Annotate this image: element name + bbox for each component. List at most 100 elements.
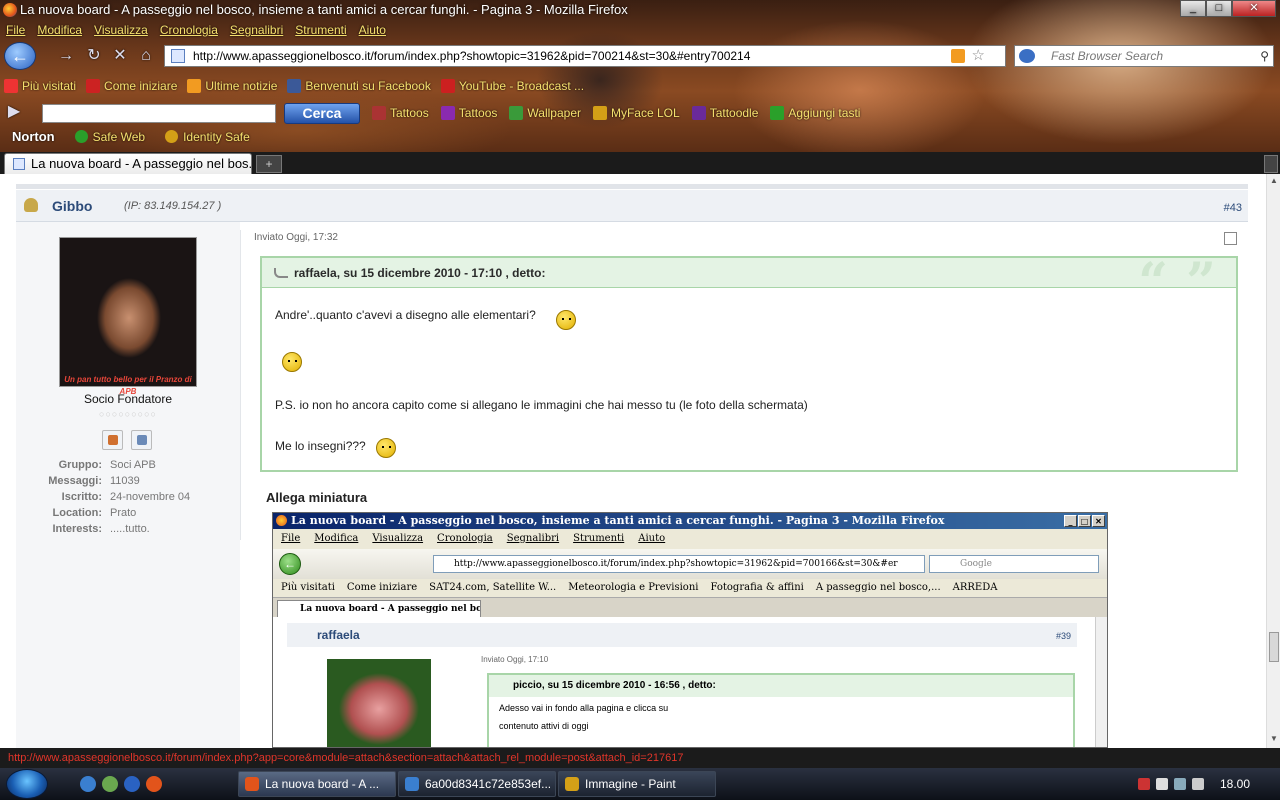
shot-bookmark: Fotografia & affini [710, 582, 804, 593]
url-text: http://www.apasseggionelbosco.it/forum/i… [193, 49, 751, 63]
show-desktop-icon[interactable] [102, 776, 118, 792]
author-actions [102, 430, 152, 450]
task-paint[interactable]: Immagine - Paint [558, 771, 716, 797]
meta-row: Location: Prato [52, 507, 137, 519]
menu-file[interactable]: File [6, 20, 25, 40]
profile-icon[interactable] [102, 430, 123, 450]
post-author-link[interactable]: Gibbo [52, 198, 92, 214]
bookmark-star-icon[interactable]: ☆ [972, 46, 985, 66]
toolbar-link-tattoodle[interactable]: Tattoodle [691, 105, 758, 121]
bookmark-come-iniziare[interactable]: Come iniziare [86, 77, 177, 97]
back-arrow-icon: ← [11, 46, 29, 66]
quote-line: Andre'..quanto c'avevi a disegno alle el… [275, 308, 536, 322]
reload-icon[interactable]: ↻ [84, 46, 104, 66]
tab-favicon-icon [13, 158, 25, 170]
attached-screenshot[interactable]: La nuova board - A passeggio nel bosco, … [272, 512, 1108, 748]
shot-close-icon: ✕ [1092, 515, 1105, 527]
shot-post-number: #39 [1055, 631, 1071, 641]
close-button[interactable]: ✕ [1232, 0, 1276, 17]
divider [240, 230, 241, 540]
window-title: La nuova board - A passeggio nel bosco, … [20, 2, 628, 17]
search-icon[interactable]: ⚲ [1260, 46, 1269, 66]
menu-modifica[interactable]: Modifica [37, 20, 82, 40]
quick-launch [80, 776, 162, 792]
norton-safe-web[interactable]: Safe Web [74, 128, 145, 146]
shot-window-controls: _ □ ✕ [1064, 515, 1105, 527]
shot-tab: La nuova board - A passeggio nel bosc... [277, 600, 481, 618]
menu-segnalibri[interactable]: Segnalibri [230, 20, 283, 40]
shot-bookmark: Meteorologia e Previsioni [568, 582, 699, 593]
forward-arrow-icon[interactable]: → [56, 46, 76, 66]
shot-bookmark: Più visitati [281, 582, 335, 593]
toolbar-link-wallpaper[interactable]: Wallpaper [509, 105, 581, 121]
back-button[interactable]: ← [4, 42, 36, 70]
tray-network-icon[interactable] [1156, 778, 1168, 790]
firefox-icon [3, 3, 17, 17]
norton-menu[interactable]: Norton [12, 128, 55, 146]
tab-active[interactable]: La nuova board - A passeggio nel bos... [4, 153, 252, 174]
shot-menu-item: Visualizza [372, 533, 424, 544]
start-button[interactable] [6, 769, 48, 799]
task-firefox[interactable]: La nuova board - A ... [238, 771, 396, 797]
menu-cronologia[interactable]: Cronologia [160, 20, 218, 40]
minimize-button[interactable]: _ [1180, 0, 1206, 17]
tab-list-button[interactable] [1264, 155, 1278, 173]
window-controls: _ □ ✕ [1180, 0, 1276, 17]
stop-icon[interactable]: ✕ [110, 46, 130, 66]
search-engine-icon[interactable] [1019, 49, 1035, 63]
smiley-icon [376, 438, 396, 458]
rank-pips: ○○○○○○○○○ [99, 409, 157, 419]
shot-post-header: raffaela #39 [287, 623, 1077, 647]
toolbar-link-tattoos[interactable]: Tattoos [372, 105, 429, 121]
toolbar-logo-icon[interactable]: ▶ [4, 102, 24, 122]
cerca-button[interactable]: Cerca [284, 103, 360, 124]
bookmark-ultime-notizie[interactable]: Ultime notizie [187, 77, 277, 97]
author-meta: Gruppo: Soci APB Messaggi: 11039 Iscritto:… [16, 457, 240, 537]
select-post-checkbox[interactable] [1224, 232, 1237, 245]
maximize-button[interactable]: □ [1206, 0, 1232, 17]
clock[interactable]: 18.00 [1220, 777, 1250, 791]
bookmarks-toolbar: Più visitati Come iniziare Ultime notizi… [0, 77, 584, 97]
shot-maximize-icon: □ [1078, 515, 1091, 527]
ie-icon[interactable] [124, 776, 140, 792]
menu-aiuto[interactable]: Aiuto [359, 20, 386, 40]
norton-identity-safe[interactable]: Identity Safe [165, 128, 250, 146]
scroll-thumb[interactable] [1269, 632, 1279, 662]
bluetooth-icon[interactable] [80, 776, 96, 792]
tray-power-icon[interactable] [1174, 778, 1186, 790]
navigation-bar: ← → ↻ ✕ ⌂ http://www.apasseggionelbosco.… [0, 42, 1280, 70]
task-image[interactable]: 6a00d8341c72e853ef... [398, 771, 556, 797]
new-tab-button[interactable]: + [256, 155, 282, 173]
toolbar-link-myface[interactable]: MyFace LOL [592, 105, 680, 121]
scroll-up-icon[interactable]: ▲ [1267, 176, 1280, 188]
shot-url: http://www.apasseggionelbosco.it/forum/i… [433, 555, 925, 573]
message-icon[interactable] [131, 430, 152, 450]
menu-visualizza[interactable]: Visualizza [94, 20, 148, 40]
scroll-down-icon[interactable]: ▼ [1267, 734, 1280, 746]
rss-feed-icon[interactable] [951, 49, 965, 63]
shot-bookmarks: Più visitati Come iniziare SAT24.com, Sa… [273, 579, 1107, 597]
shot-date: Inviato Oggi, 17:10 [481, 655, 549, 664]
volume-icon[interactable] [1192, 778, 1204, 790]
home-icon[interactable]: ⌂ [136, 46, 156, 66]
bookmark-youtube[interactable]: YouTube - Broadcast ... [440, 77, 584, 97]
toolbar-link-aggiungi[interactable]: Aggiungi tasti [770, 105, 860, 121]
bookmark-facebook[interactable]: Benvenuti su Facebook [287, 77, 431, 97]
toolbar-links: Tattoos Tattoos Wallpaper MyFace LOL Tat… [372, 105, 860, 121]
toolbar-search-combo[interactable] [42, 104, 276, 123]
firefox-launch-icon[interactable] [146, 776, 162, 792]
menu-strumenti[interactable]: Strumenti [295, 20, 346, 40]
vertical-scrollbar[interactable]: ▲ ▼ [1266, 174, 1280, 748]
shot-nav-bar: ← http://www.apasseggionelbosco.it/forum… [273, 549, 1107, 579]
shot-menu-item: Strumenti [573, 533, 625, 544]
search-input[interactable]: Fast Browser Search ⚲ [1014, 45, 1274, 67]
url-bar[interactable]: http://www.apasseggionelbosco.it/forum/i… [164, 45, 1006, 67]
bookmark-piu-visitati[interactable]: Più visitati [4, 77, 76, 97]
post-number-link[interactable]: #43 [1224, 202, 1242, 214]
toolbar-link-tattoos-2[interactable]: Tattoos [440, 105, 497, 121]
tray-alert-icon[interactable] [1138, 778, 1150, 790]
meta-row: Gruppo: Soci APB [58, 459, 156, 471]
shot-quote-line: Adesso vai in fondo alla pagina e clicca… [499, 703, 669, 713]
avatar[interactable]: Un pan tutto bello per il Pranzo di APB [59, 237, 197, 396]
site-favicon-icon [171, 49, 185, 63]
